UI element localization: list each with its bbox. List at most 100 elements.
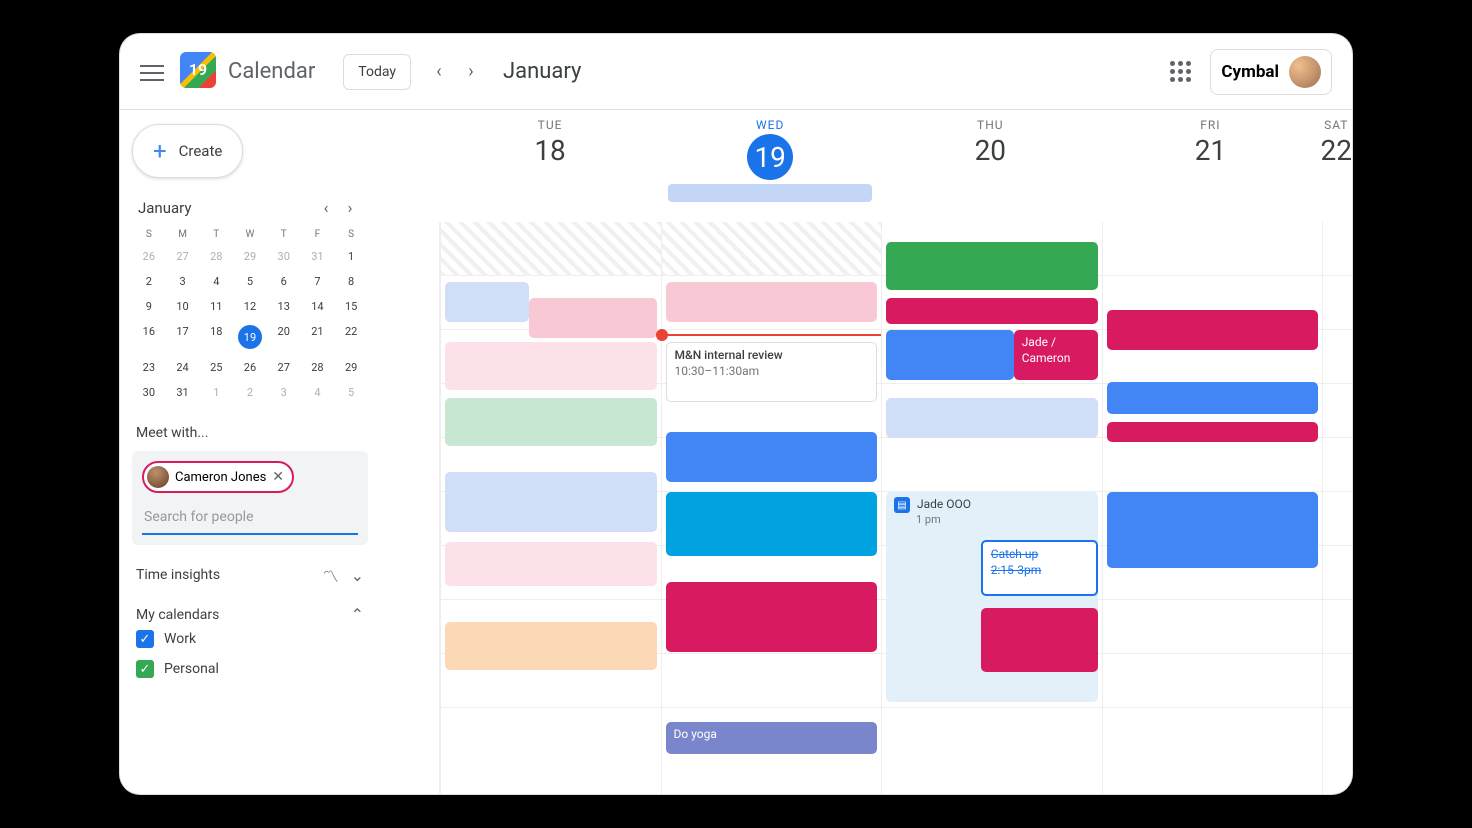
day-number: 20 bbox=[880, 134, 1100, 167]
calendar-logo[interactable]: 19 bbox=[180, 52, 220, 92]
event-block[interactable] bbox=[1107, 310, 1319, 350]
mini-day[interactable]: 29 bbox=[233, 244, 267, 269]
mini-day[interactable]: 2 bbox=[132, 269, 166, 294]
calendar-item[interactable]: ✓Work bbox=[132, 624, 368, 654]
event-block[interactable] bbox=[1107, 382, 1319, 414]
event-block[interactable] bbox=[886, 298, 1098, 324]
calendar-item[interactable]: ✓Personal bbox=[132, 654, 368, 684]
mini-day[interactable]: 1 bbox=[334, 244, 368, 269]
day-header[interactable]: FRI21 bbox=[1100, 110, 1320, 222]
event-block[interactable] bbox=[445, 398, 657, 446]
chevron-up-icon[interactable]: ⌃ bbox=[351, 605, 364, 624]
event-block[interactable] bbox=[1107, 492, 1319, 568]
day-column-tue[interactable] bbox=[440, 222, 661, 794]
checkbox-icon[interactable]: ✓ bbox=[136, 630, 154, 648]
event-catchup[interactable]: Catch up 2:15-3pm bbox=[981, 540, 1098, 596]
event-jade-cameron[interactable]: Jade / Cameron bbox=[1014, 330, 1098, 380]
mini-day[interactable]: 22 bbox=[334, 319, 368, 355]
day-header[interactable]: TUE18 bbox=[440, 110, 660, 222]
mini-next-icon[interactable]: › bbox=[338, 198, 362, 217]
mini-prev-icon[interactable]: ‹ bbox=[314, 198, 338, 217]
time-insights-row[interactable]: Time insights 〽 ⌄ bbox=[136, 563, 364, 587]
mini-day[interactable]: 16 bbox=[132, 319, 166, 355]
event-block[interactable] bbox=[666, 282, 878, 322]
mini-day[interactable]: 26 bbox=[233, 355, 267, 380]
mini-day[interactable]: 13 bbox=[267, 294, 301, 319]
event-block[interactable] bbox=[445, 282, 529, 322]
mini-day[interactable]: 12 bbox=[233, 294, 267, 319]
checkbox-icon[interactable]: ✓ bbox=[136, 660, 154, 678]
mini-day[interactable]: 18 bbox=[199, 319, 233, 355]
mini-day[interactable]: 24 bbox=[166, 355, 200, 380]
event-block[interactable] bbox=[445, 472, 657, 532]
event-block[interactable] bbox=[981, 608, 1098, 672]
mini-day[interactable]: 4 bbox=[301, 380, 335, 405]
event-block[interactable] bbox=[445, 342, 657, 390]
mini-day[interactable]: 17 bbox=[166, 319, 200, 355]
account-switcher[interactable]: Cymbal bbox=[1210, 49, 1332, 95]
event-block[interactable] bbox=[666, 432, 878, 482]
mini-day[interactable]: 3 bbox=[166, 269, 200, 294]
mini-day[interactable]: 31 bbox=[166, 380, 200, 405]
mini-day[interactable]: 28 bbox=[199, 244, 233, 269]
event-yoga[interactable]: Do yoga bbox=[666, 722, 878, 754]
event-block[interactable] bbox=[886, 242, 1098, 290]
day-header[interactable]: THU20 bbox=[880, 110, 1100, 222]
event-mn-review[interactable]: M&N internal review 10:30–11:30am bbox=[666, 342, 878, 402]
chevron-down-icon[interactable]: ⌄ bbox=[351, 566, 364, 585]
mini-day[interactable]: 27 bbox=[166, 244, 200, 269]
day-column-sat[interactable] bbox=[1322, 222, 1352, 794]
mini-day[interactable]: 1 bbox=[199, 380, 233, 405]
mini-day[interactable]: 11 bbox=[199, 294, 233, 319]
today-button[interactable]: Today bbox=[343, 54, 411, 90]
mini-day[interactable]: 14 bbox=[301, 294, 335, 319]
mini-day[interactable]: 27 bbox=[267, 355, 301, 380]
google-apps-icon[interactable] bbox=[1162, 54, 1198, 90]
mini-day[interactable]: 5 bbox=[233, 269, 267, 294]
event-block[interactable] bbox=[445, 542, 657, 586]
day-column-fri[interactable] bbox=[1102, 222, 1323, 794]
mini-day[interactable]: 4 bbox=[199, 269, 233, 294]
mini-day[interactable]: 21 bbox=[301, 319, 335, 355]
mini-day[interactable]: 29 bbox=[334, 355, 368, 380]
chip-remove-icon[interactable]: ✕ bbox=[272, 469, 284, 485]
mini-day[interactable]: 2 bbox=[233, 380, 267, 405]
event-block[interactable] bbox=[529, 298, 657, 338]
mini-day[interactable]: 28 bbox=[301, 355, 335, 380]
mini-day[interactable]: 10 bbox=[166, 294, 200, 319]
day-column-thu[interactable]: Jade / Cameron ▤ Jade OOO 1 pm Catch up … bbox=[881, 222, 1102, 794]
mini-day[interactable]: 7 bbox=[301, 269, 335, 294]
mini-day[interactable]: 15 bbox=[334, 294, 368, 319]
event-block[interactable] bbox=[886, 330, 1014, 380]
mini-day[interactable]: 20 bbox=[267, 319, 301, 355]
person-chip[interactable]: Cameron Jones ✕ bbox=[142, 461, 294, 493]
create-button[interactable]: + Create bbox=[132, 124, 243, 178]
mini-day[interactable]: 3 bbox=[267, 380, 301, 405]
mini-day[interactable]: 26 bbox=[132, 244, 166, 269]
day-header[interactable]: SAT22 bbox=[1321, 110, 1352, 222]
mini-day[interactable]: 30 bbox=[267, 244, 301, 269]
event-block[interactable] bbox=[445, 622, 657, 670]
mini-day[interactable]: 9 bbox=[132, 294, 166, 319]
event-block[interactable] bbox=[666, 582, 878, 652]
mini-day[interactable]: 31 bbox=[301, 244, 335, 269]
mini-day[interactable]: 23 bbox=[132, 355, 166, 380]
main-menu-icon[interactable] bbox=[140, 60, 164, 84]
mini-day[interactable]: 6 bbox=[267, 269, 301, 294]
app-title: Calendar bbox=[228, 59, 315, 84]
prev-period-icon[interactable]: ‹ bbox=[423, 56, 455, 88]
search-people-input[interactable] bbox=[142, 501, 358, 535]
day-column-wed[interactable]: M&N internal review 10:30–11:30am Do yog… bbox=[661, 222, 882, 794]
mini-day[interactable]: 19 bbox=[233, 319, 267, 355]
event-block[interactable] bbox=[666, 492, 878, 556]
next-period-icon[interactable]: › bbox=[455, 56, 487, 88]
mini-day[interactable]: 30 bbox=[132, 380, 166, 405]
allday-event[interactable] bbox=[668, 184, 872, 202]
mini-day[interactable]: 8 bbox=[334, 269, 368, 294]
my-calendars-row[interactable]: My calendars ⌃ bbox=[136, 605, 364, 624]
mini-day[interactable]: 25 bbox=[199, 355, 233, 380]
mini-day[interactable]: 5 bbox=[334, 380, 368, 405]
event-block[interactable] bbox=[1107, 422, 1319, 442]
event-block[interactable] bbox=[886, 398, 1098, 438]
day-header[interactable]: WED19 bbox=[660, 110, 880, 222]
